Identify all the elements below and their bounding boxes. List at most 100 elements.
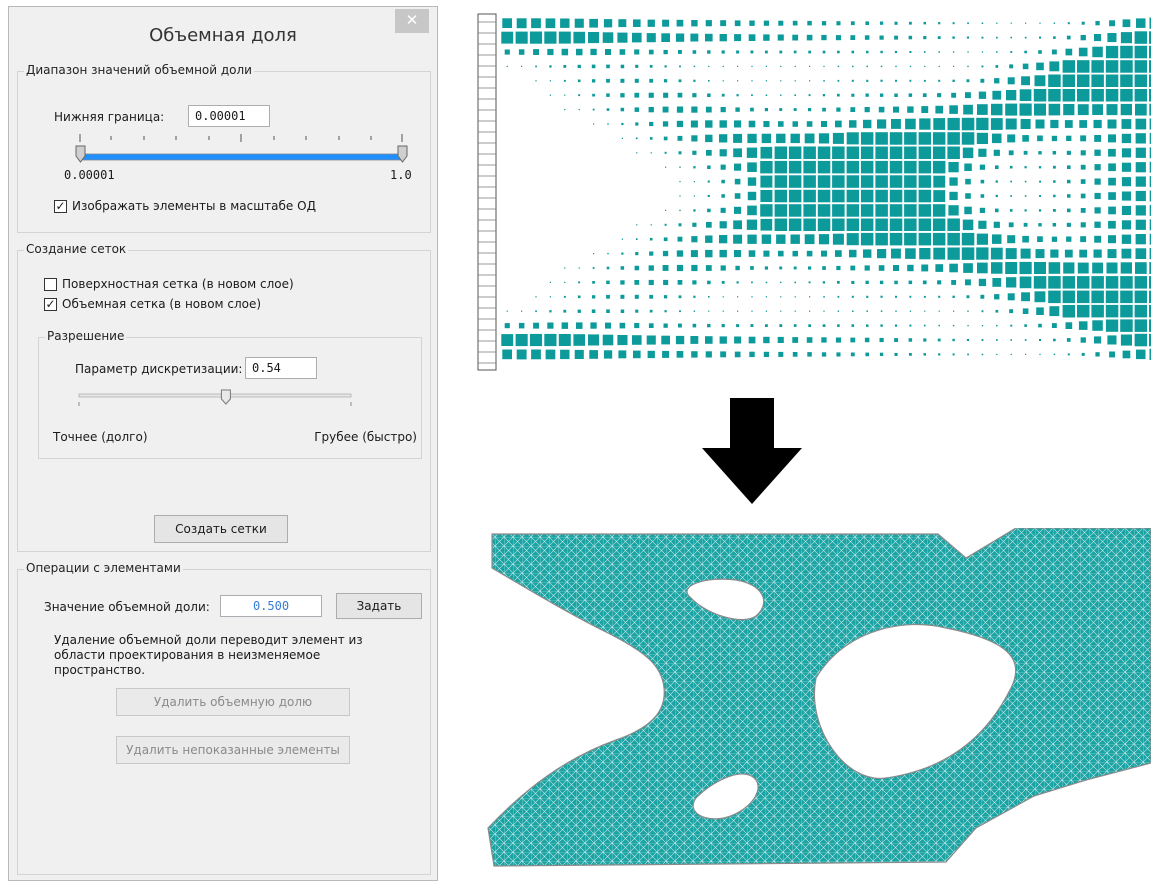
- voxel-cell: [692, 323, 697, 328]
- voxel-cell: [705, 351, 712, 358]
- scale-checkbox[interactable]: ✓: [54, 200, 67, 213]
- voxel-cell: [895, 295, 897, 298]
- voxel-cell: [1094, 235, 1102, 243]
- voxel-cell: [535, 296, 537, 298]
- voxel-cell: [849, 249, 857, 258]
- voxel-cell: [721, 93, 725, 97]
- voxel-cell: [721, 50, 725, 54]
- voxel-cell: [521, 65, 523, 67]
- voxel-cell: [721, 194, 725, 198]
- voxel-cell: [808, 266, 812, 270]
- voxel-cell: [676, 250, 684, 257]
- voxel-cell: [574, 18, 584, 28]
- voxel-cell: [875, 232, 888, 246]
- voxel-cell: [875, 204, 888, 217]
- voxel-cell: [1080, 236, 1087, 243]
- voxel-cell: [894, 338, 898, 342]
- voxel-cell: [1134, 276, 1148, 289]
- voxel-cell: [1092, 46, 1103, 58]
- voxel-cell: [1121, 133, 1132, 144]
- voxel-cell: [1051, 135, 1058, 142]
- voxel-cell: [1135, 190, 1146, 202]
- voxel-cell: [1108, 134, 1116, 143]
- voxel-cell: [860, 146, 874, 159]
- voxel-cell: [889, 189, 903, 203]
- delete-fraction-button[interactable]: Удалить объемную долю: [116, 688, 350, 716]
- voxel-cell: [760, 204, 773, 217]
- surface-mesh-checkbox[interactable]: [44, 278, 57, 291]
- voxel-cell: [719, 235, 728, 244]
- voxel-cell: [996, 339, 998, 341]
- voxel-cell: [646, 33, 656, 43]
- voxel-cell: [1063, 104, 1075, 116]
- voxel-cell: [832, 189, 845, 203]
- scale-checkbox-label[interactable]: Изображать элементы в масштабе ОД: [72, 199, 316, 213]
- voxel-cell: [1005, 103, 1018, 116]
- volume-mesh-label[interactable]: Объемная сетка (в новом слое): [62, 297, 261, 311]
- surface-mesh-label[interactable]: Поверхностная сетка (в новом слое): [62, 277, 294, 291]
- voxel-cell: [1080, 337, 1086, 343]
- voxel-cell: [747, 205, 757, 216]
- volume-value-input[interactable]: 0.500: [220, 595, 322, 617]
- voxel-cell: [516, 349, 527, 360]
- voxel-cell: [707, 208, 711, 213]
- voxel-cell: [1051, 236, 1058, 242]
- voxel-cell: [751, 80, 753, 82]
- voxel-cell: [592, 267, 595, 269]
- voxel-cell: [846, 204, 860, 217]
- voxel-cell: [991, 262, 1003, 274]
- voxel-cell: [850, 265, 856, 271]
- voxel-cell: [908, 280, 913, 285]
- voxel-cell: [837, 93, 840, 97]
- discretization-slider-thumb[interactable]: [220, 389, 231, 405]
- voxel-cell: [909, 65, 912, 68]
- voxel-cell: [748, 250, 756, 257]
- voxel-cell: [808, 94, 811, 97]
- lower-bound-input[interactable]: 0.00001: [188, 105, 270, 127]
- volume-range-slider[interactable]: [64, 130, 414, 186]
- voxel-cell: [875, 189, 888, 203]
- voxel-cell: [602, 32, 614, 43]
- voxel-cell: [932, 232, 946, 246]
- voxel-cell: [1107, 33, 1117, 43]
- voxel-cell: [780, 80, 782, 82]
- voxel-cell: [606, 93, 610, 97]
- voxel-cell: [1033, 89, 1047, 102]
- close-icon[interactable]: ✕: [395, 9, 429, 33]
- volume-mesh-checkbox[interactable]: ✓: [44, 298, 57, 311]
- voxel-cell: [966, 338, 969, 341]
- voxel-cell: [1120, 319, 1133, 332]
- voxel-cell: [1134, 60, 1148, 73]
- voxel-cell: [774, 189, 788, 203]
- delete-hidden-button[interactable]: Удалить непоказанные элементы: [116, 736, 350, 764]
- voxel-cell: [976, 247, 989, 260]
- voxel-cell: [909, 51, 912, 53]
- voxel-cell: [1092, 262, 1103, 274]
- voxel-cell: [1023, 222, 1028, 227]
- voxel-cell: [788, 146, 802, 159]
- create-mesh-button[interactable]: Создать сетки: [154, 515, 288, 543]
- voxel-cell: [1094, 34, 1102, 42]
- voxel-cell: [933, 175, 946, 188]
- voxel-cell: [990, 118, 1003, 130]
- voxel-cell: [921, 106, 929, 113]
- voxel-cell: [1077, 60, 1090, 73]
- voxel-cell: [866, 324, 869, 327]
- discretization-slider[interactable]: [75, 388, 375, 418]
- voxel-cell: [849, 120, 857, 128]
- voxel-cell: [531, 349, 541, 360]
- voxel-cell: [837, 281, 840, 284]
- voxel-cell: [765, 296, 767, 298]
- voxel-cell: [866, 295, 869, 298]
- voxel-cell: [634, 323, 640, 329]
- voxel-cell: [588, 334, 600, 346]
- voxel-cell: [764, 108, 768, 112]
- voxel-cell: [938, 295, 941, 298]
- voxel-cell: [774, 204, 788, 217]
- voxel-cell: [961, 132, 975, 145]
- set-button[interactable]: Задать: [336, 593, 422, 619]
- voxel-cell: [836, 265, 841, 271]
- discretization-input[interactable]: 0.54: [245, 357, 317, 379]
- elements-group-legend: Операции с элементами: [24, 561, 183, 575]
- voxel-cell: [676, 264, 684, 272]
